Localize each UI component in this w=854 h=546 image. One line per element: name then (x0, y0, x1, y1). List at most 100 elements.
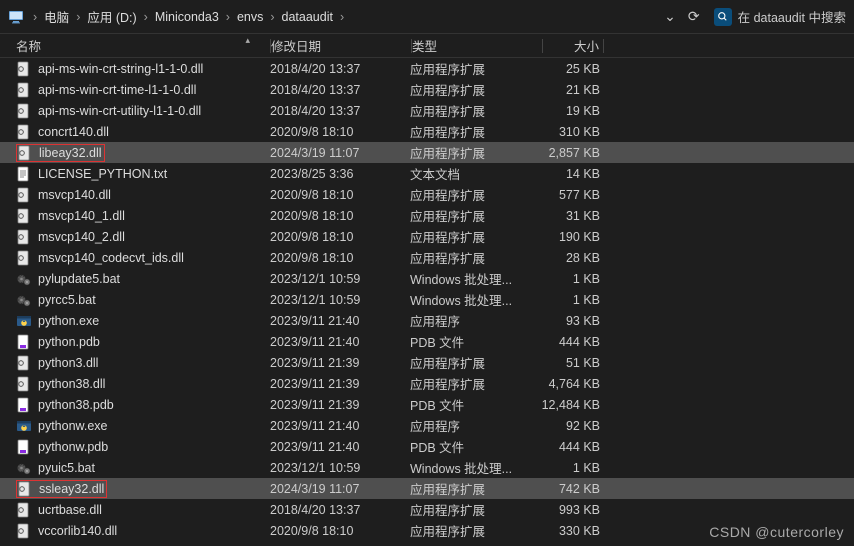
file-row[interactable]: python38.pdb2023/9/11 21:39PDB 文件12,484 … (0, 394, 854, 415)
file-name: ucrtbase.dll (38, 503, 102, 517)
crumb-2[interactable]: Miniconda3 (155, 10, 219, 24)
file-type: 应用程序扩展 (410, 101, 540, 120)
file-type: 应用程序扩展 (410, 353, 540, 372)
file-type: 应用程序扩展 (410, 374, 540, 393)
file-date: 2018/4/20 13:37 (270, 503, 410, 517)
file-type: 应用程序扩展 (410, 185, 540, 204)
file-size: 993 KB (540, 503, 600, 517)
file-type: Windows 批处理... (410, 458, 540, 477)
file-row[interactable]: python.exe2023/9/11 21:40应用程序93 KB (0, 310, 854, 331)
file-size: 2,857 KB (540, 146, 600, 160)
file-name: ssleay32.dll (39, 482, 104, 496)
file-name: msvcp140_codecvt_ids.dll (38, 251, 184, 265)
file-date: 2023/12/1 10:59 (270, 293, 410, 307)
file-size: 21 KB (540, 83, 600, 97)
search-box[interactable]: 在 dataaudit 中搜索 (714, 7, 846, 26)
file-size: 4,764 KB (540, 377, 600, 391)
bat-file-icon (16, 271, 32, 287)
file-size: 31 KB (540, 209, 600, 223)
file-row[interactable]: LICENSE_PYTHON.txt2023/8/25 3:36文本文档14 K… (0, 163, 854, 184)
file-row[interactable]: python.pdb2023/9/11 21:40PDB 文件444 KB (0, 331, 854, 352)
file-type: 应用程序扩展 (410, 227, 540, 246)
file-row[interactable]: msvcp140_codecvt_ids.dll2020/9/8 18:10应用… (0, 247, 854, 268)
file-date: 2023/8/25 3:36 (270, 167, 410, 181)
file-row[interactable]: api-ms-win-crt-utility-l1-1-0.dll2018/4/… (0, 100, 854, 121)
crumb-4[interactable]: dataaudit (282, 10, 333, 24)
file-type: 应用程序扩展 (410, 521, 540, 540)
file-row[interactable]: pyrcc5.bat2023/12/1 10:59Windows 批处理...1… (0, 289, 854, 310)
header-size[interactable]: 大小 (543, 36, 603, 55)
file-date: 2023/12/1 10:59 (270, 461, 410, 475)
file-type: 应用程序扩展 (410, 80, 540, 99)
file-row[interactable]: api-ms-win-crt-time-l1-1-0.dll2018/4/20 … (0, 79, 854, 100)
file-size: 742 KB (540, 482, 600, 496)
file-row[interactable]: ucrtbase.dll2018/4/20 13:37应用程序扩展993 KB (0, 499, 854, 520)
file-name: msvcp140_1.dll (38, 209, 125, 223)
chevron-right-icon: › (144, 10, 148, 24)
refresh-button[interactable]: ⟳ (688, 8, 700, 25)
dll-file-icon (17, 481, 33, 497)
file-row[interactable]: msvcp140_2.dll2020/9/8 18:10应用程序扩展190 KB (0, 226, 854, 247)
dll-file-icon (16, 124, 32, 140)
file-type: PDB 文件 (410, 395, 540, 414)
file-name: msvcp140.dll (38, 188, 111, 202)
file-name: python38.dll (38, 377, 105, 391)
file-row[interactable]: vccorlib140.dll2020/9/8 18:10应用程序扩展330 K… (0, 520, 854, 541)
file-row[interactable]: concrt140.dll2020/9/8 18:10应用程序扩展310 KB (0, 121, 854, 142)
dll-file-icon (16, 250, 32, 266)
file-size: 28 KB (540, 251, 600, 265)
chevron-right-icon: › (33, 10, 37, 24)
file-date: 2020/9/8 18:10 (270, 209, 410, 223)
file-row[interactable]: ssleay32.dll2024/3/19 11:07应用程序扩展742 KB (0, 478, 854, 499)
file-size: 444 KB (540, 335, 600, 349)
dll-file-icon (16, 376, 32, 392)
file-date: 2020/9/8 18:10 (270, 188, 410, 202)
file-size: 577 KB (540, 188, 600, 202)
file-row[interactable]: pythonw.exe2023/9/11 21:40应用程序92 KB (0, 415, 854, 436)
search-label: 在 dataaudit 中搜索 (738, 7, 846, 26)
header-date[interactable]: 修改日期 (271, 36, 411, 55)
file-row[interactable]: msvcp140_1.dll2020/9/8 18:10应用程序扩展31 KB (0, 205, 854, 226)
chevron-right-icon: › (226, 10, 230, 24)
file-row[interactable]: pylupdate5.bat2023/12/1 10:59Windows 批处理… (0, 268, 854, 289)
crumb-0[interactable]: 电脑 (44, 7, 69, 26)
exe-file-icon (16, 418, 32, 434)
file-name: pythonw.exe (38, 419, 108, 433)
file-size: 25 KB (540, 62, 600, 76)
file-row[interactable]: msvcp140.dll 2020/9/8 18:10应用程序扩展577 KB (0, 184, 854, 205)
dll-file-icon (16, 187, 32, 203)
file-size: 330 KB (540, 524, 600, 538)
dll-file-icon (16, 208, 32, 224)
pdb-file-icon (16, 397, 32, 413)
crumb-1[interactable]: 应用 (D:) (87, 7, 136, 26)
file-date: 2020/9/8 18:10 (270, 524, 410, 538)
dll-file-icon (16, 82, 32, 98)
file-name: msvcp140_2.dll (38, 230, 125, 244)
search-icon (714, 8, 732, 26)
file-type: 应用程序扩展 (410, 59, 540, 78)
chevron-right-icon: › (76, 10, 80, 24)
file-type: Windows 批处理... (410, 290, 540, 309)
file-row[interactable]: python3.dll2023/9/11 21:39应用程序扩展51 KB (0, 352, 854, 373)
file-name: python.exe (38, 314, 99, 328)
file-row[interactable]: libeay32.dll2024/3/19 11:07应用程序扩展2,857 K… (0, 142, 854, 163)
file-date: 2023/9/11 21:40 (270, 440, 410, 454)
crumb-3[interactable]: envs (237, 10, 263, 24)
file-date: 2020/9/8 18:10 (270, 125, 410, 139)
breadcrumb[interactable]: › 电脑 › 应用 (D:) › Miniconda3 › envs › dat… (24, 7, 658, 26)
chevron-down-icon[interactable]: ⌄ (664, 8, 676, 25)
file-row[interactable]: pyuic5.bat2023/12/1 10:59Windows 批处理...1… (0, 457, 854, 478)
header-name[interactable]: 名称 ▴ (0, 36, 270, 55)
file-row[interactable]: python38.dll2023/9/11 21:39应用程序扩展4,764 K… (0, 373, 854, 394)
file-name: python.pdb (38, 335, 100, 349)
column-headers[interactable]: 名称 ▴ 修改日期 类型 大小 (0, 34, 854, 58)
dll-file-icon (16, 61, 32, 77)
header-type[interactable]: 类型 (412, 36, 542, 55)
file-name: api-ms-win-crt-utility-l1-1-0.dll (38, 104, 201, 118)
file-row[interactable]: pythonw.pdb2023/9/11 21:40PDB 文件444 KB (0, 436, 854, 457)
dll-file-icon (16, 229, 32, 245)
file-row[interactable]: api-ms-win-crt-string-l1-1-0.dll2018/4/2… (0, 58, 854, 79)
pdb-file-icon (16, 439, 32, 455)
file-date: 2023/9/11 21:40 (270, 419, 410, 433)
file-name: api-ms-win-crt-time-l1-1-0.dll (38, 83, 196, 97)
